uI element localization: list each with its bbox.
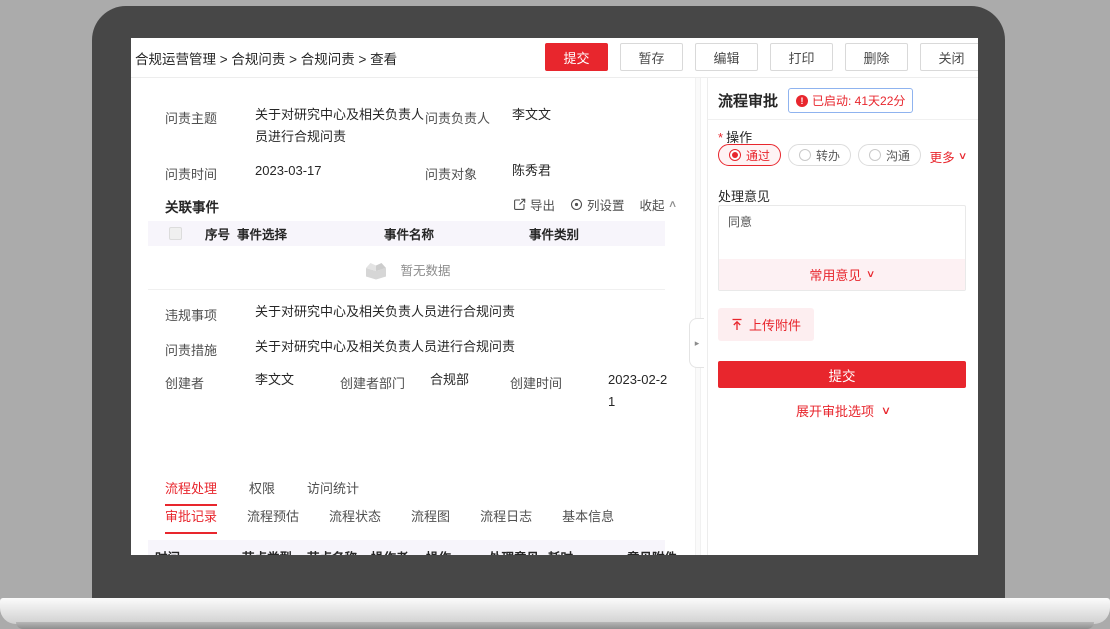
related-events-title: 关联事件 xyxy=(165,196,219,216)
events-col-select: 事件选择 xyxy=(237,224,287,243)
status-badge: ! 已启动: 41天22分 xyxy=(788,88,913,113)
panel-collapse-handle[interactable]: ▸ xyxy=(689,318,704,368)
submit-button[interactable]: 提交 xyxy=(545,43,608,71)
measures-value: 关于对研究中心及相关负责人员进行合规问责 xyxy=(255,336,515,358)
rec-col-operator: 操作者 xyxy=(371,547,409,555)
print-button[interactable]: 打印 xyxy=(770,43,833,71)
tab-permissions[interactable]: 权限 xyxy=(249,478,275,506)
records-table-header: 时间 节点类型 节点名称 操作者 操作 处理意见 耗时 意见附件 xyxy=(148,540,665,555)
rec-col-time: 时间 xyxy=(155,547,180,555)
opinion-textarea[interactable]: 同意 xyxy=(719,206,965,259)
option-approve-radio[interactable]: 通过 xyxy=(718,144,781,166)
secondary-tabs: 审批记录 流程预估 流程状态 流程图 流程日志 基本信息 xyxy=(165,506,614,534)
approval-panel-header: 流程审批 ! 已启动: 41天22分 xyxy=(718,88,913,113)
page-header: 合规运营管理 > 合规问责 > 合规问责 > 查看 提交 暂存 编辑 打印 删除… xyxy=(131,38,978,78)
panel-submit-button[interactable]: 提交 xyxy=(718,361,966,388)
radio-icon xyxy=(869,149,881,161)
empty-box-icon xyxy=(362,259,390,281)
main-area: 问责主题 关于对研究中心及相关负责人员进行合规问责 问责负责人 李文文 问责时间… xyxy=(131,78,978,555)
tab-approval-records[interactable]: 审批记录 xyxy=(165,506,217,534)
chevron-down-icon: ∨ xyxy=(866,269,876,280)
approval-panel: 流程审批 ! 已启动: 41天22分 *操作 通过 xyxy=(707,78,978,555)
rec-col-node-name: 节点名称 xyxy=(307,547,357,555)
violation-value: 关于对研究中心及相关负责人员进行合规问责 xyxy=(255,301,515,323)
option-transfer-radio[interactable]: 转办 xyxy=(788,144,851,166)
started-indicator-icon: ! xyxy=(796,95,808,107)
approval-panel-title: 流程审批 xyxy=(718,90,778,111)
events-col-category: 事件类别 xyxy=(529,224,579,243)
tab-process-log[interactable]: 流程日志 xyxy=(480,506,532,534)
target-value: 陈秀君 xyxy=(512,160,551,182)
radio-selected-icon xyxy=(729,149,741,161)
app-window: 合规运营管理 > 合规问责 > 合规问责 > 查看 提交 暂存 编辑 打印 删除… xyxy=(131,38,978,555)
owner-label: 问责负责人 xyxy=(425,108,490,127)
breadcrumb: 合规运营管理 > 合规问责 > 合规问责 > 查看 xyxy=(135,38,397,78)
option-communicate-radio[interactable]: 沟通 xyxy=(858,144,921,166)
chevron-right-icon: ▸ xyxy=(695,338,700,349)
radio-icon xyxy=(799,149,811,161)
panel-divider xyxy=(708,119,978,120)
rec-col-duration: 耗时 xyxy=(548,547,573,555)
content-scrollbar[interactable] xyxy=(695,78,701,555)
close-button[interactable]: 关闭 xyxy=(920,43,978,71)
rec-col-node-type: 节点类型 xyxy=(242,547,292,555)
expand-approval-options-link[interactable]: 展开审批选项 ∨ xyxy=(708,401,978,420)
rec-col-operation: 操作 xyxy=(426,547,451,555)
tab-process-handling[interactable]: 流程处理 xyxy=(165,478,217,506)
primary-tabs: 流程处理 权限 访问统计 xyxy=(165,478,359,506)
required-asterisk: * xyxy=(718,130,723,145)
events-empty-state: 暂无数据 xyxy=(148,250,665,290)
status-text: 已启动: 41天22分 xyxy=(812,92,905,109)
target-label: 问责对象 xyxy=(425,164,477,183)
subject-label: 问责主题 xyxy=(165,108,217,127)
creator-value: 李文文 xyxy=(255,369,294,391)
tab-process-estimate[interactable]: 流程预估 xyxy=(247,506,299,534)
events-col-name: 事件名称 xyxy=(384,224,434,243)
rec-col-attachment: 意见附件 xyxy=(627,547,677,555)
created-time-label: 创建时间 xyxy=(510,373,562,392)
time-value: 2023-03-17 xyxy=(255,160,322,182)
save-draft-button[interactable]: 暂存 xyxy=(620,43,683,71)
creator-label: 创建者 xyxy=(165,373,204,392)
tab-access-stats[interactable]: 访问统计 xyxy=(307,478,359,506)
tab-process-diagram[interactable]: 流程图 xyxy=(411,506,450,534)
export-icon xyxy=(513,198,526,211)
upload-attachment-button[interactable]: 上传附件 xyxy=(718,308,814,341)
created-time-value: 2023-02-21 xyxy=(608,369,670,413)
tab-process-status[interactable]: 流程状态 xyxy=(329,506,381,534)
laptop-base-lip xyxy=(16,622,1094,629)
subject-value: 关于对研究中心及相关负责人员进行合规问责 xyxy=(255,104,431,148)
chevron-down-icon: ∨ xyxy=(958,151,968,162)
column-settings-icon xyxy=(570,198,583,211)
time-label: 问责时间 xyxy=(165,164,217,183)
events-col-index: 序号 xyxy=(205,224,230,243)
owner-value: 李文文 xyxy=(512,104,551,126)
common-opinions-button[interactable]: 常用意见 ∨ xyxy=(719,259,965,290)
upload-icon xyxy=(731,318,743,331)
opinion-box: 同意 常用意见 ∨ xyxy=(718,205,966,291)
chevron-down-icon: ∨ xyxy=(881,404,891,417)
related-events-toolbar: 导出 列设置 收起 ∧ xyxy=(513,195,676,214)
select-all-checkbox[interactable] xyxy=(169,227,182,240)
events-table-header: 序号 事件选择 事件名称 事件类别 xyxy=(148,221,665,246)
export-button[interactable]: 导出 xyxy=(513,195,555,214)
creator-dept-label: 创建者部门 xyxy=(340,373,405,392)
tab-basic-info[interactable]: 基本信息 xyxy=(562,506,614,534)
collapse-section-button[interactable]: 收起 ∧ xyxy=(640,195,676,214)
measures-label: 问责措施 xyxy=(165,340,217,359)
more-options-link[interactable]: 更多 ∨ xyxy=(930,147,966,166)
opinion-label: 处理意见 xyxy=(718,186,770,205)
empty-text: 暂无数据 xyxy=(400,260,450,279)
action-options: 通过 转办 沟通 xyxy=(718,144,921,166)
rec-col-opinion: 处理意见 xyxy=(489,547,539,555)
header-action-buttons: 提交 暂存 编辑 打印 删除 关闭 xyxy=(545,43,978,71)
creator-dept-value: 合规部 xyxy=(430,369,469,391)
chevron-up-icon: ∧ xyxy=(667,199,677,210)
violation-label: 违规事项 xyxy=(165,305,217,324)
delete-button[interactable]: 删除 xyxy=(845,43,908,71)
column-settings-button[interactable]: 列设置 xyxy=(570,195,625,214)
laptop-base xyxy=(0,598,1110,624)
laptop-bezel: 合规运营管理 > 合规问责 > 合规问责 > 查看 提交 暂存 编辑 打印 删除… xyxy=(92,6,1005,600)
edit-button[interactable]: 编辑 xyxy=(695,43,758,71)
